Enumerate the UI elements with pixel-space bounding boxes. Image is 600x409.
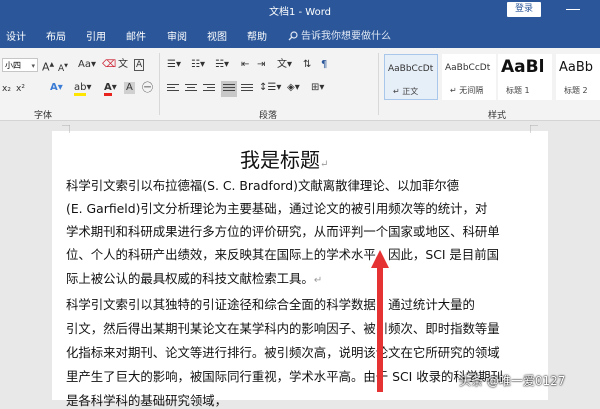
ribbon: 小四 ▾ A▲ A▼ Aa▾ ⌫ 文 A x₂ x² A▾ ab▾ A▾ A ㊀ … [0,48,600,121]
tab-review[interactable]: 审阅 [167,28,187,43]
align-left-icon[interactable] [167,84,179,94]
style-sample: AaBb [559,60,594,75]
char-shading-icon[interactable]: A [124,82,135,94]
heading-text: 我是标题 [240,148,320,172]
style-name: ↵ 无间隔 [450,86,484,95]
borders-icon[interactable]: ⊞▾ [311,82,324,94]
text-line[interactable]: 化指标来对期刊、论文等进行排行。被引频次高，说明该论文在它所研究的领域 [66,343,500,361]
bullets-icon[interactable]: ☰▾ [167,59,181,71]
text-line[interactable]: 位、个人的科研产出绩效，来反映其在国际上的学术水平。因此，SCI 是目前国 [66,245,499,263]
align-justify-icon[interactable] [221,81,237,97]
tell-me-box[interactable]: 告诉我你想要做什么 [288,27,391,42]
search-icon [288,31,298,41]
clear-format-icon[interactable]: ⌫ [102,59,116,71]
highlight-icon[interactable]: ab▾ [74,82,92,96]
phonetic-guide-icon[interactable]: 文 [118,59,128,71]
text-line[interactable]: 引文，然后得出某期刊某论文在某学科内的影响因子、被引频次、即时指数等量 [66,319,500,337]
style-name: 标题 1 [506,86,530,95]
font-group-label: 字体 [34,111,53,121]
group-divider [159,53,160,115]
document-page[interactable]: 我是标题↵ 科学引文索引以布拉德福(S. C. Bradford)文献离散律理论… [52,125,548,408]
char-border-icon[interactable]: A [134,59,145,71]
multilevel-list-icon[interactable]: ☵▾ [215,59,229,71]
sort-icon[interactable]: ⇅ [303,59,311,71]
style-no-spacing[interactable]: AaBbCcDt ↵ 无间隔 [442,54,496,100]
chinese-layout-icon[interactable]: 文▾ [277,59,292,71]
enclose-char-icon[interactable]: ㊀ [142,82,153,94]
align-right-icon[interactable] [203,84,215,94]
tab-design[interactable]: 设计 [6,28,26,43]
tab-layout[interactable]: 布局 [46,28,66,43]
style-sample: AaBbCcDt [388,64,434,74]
tab-help[interactable]: 帮助 [247,28,267,43]
style-sample: AaBbCcDt [445,63,491,73]
increase-indent-icon[interactable]: ⇥ [257,59,265,71]
change-case-icon[interactable]: Aa▾ [78,59,96,71]
margin-corner-mark [530,125,538,133]
paragraph-mark: ↵ [313,275,323,286]
decrease-indent-icon[interactable]: ⇤ [241,59,249,71]
numbering-icon[interactable]: ☷▾ [191,59,205,71]
styles-group-label: 样式 [488,111,507,121]
paragraph-mark: ↵ [320,159,329,170]
text-line[interactable]: (E. Garfield)引文分析理论为主要基础，通过论文的被引用频次等的统计，… [66,199,487,217]
line-spacing-icon[interactable]: ↕☰▾ [259,82,281,94]
style-heading-2[interactable]: AaBb 标题 2 [556,54,600,100]
text-line[interactable]: 学术期刊和科研成果进行多方位的评价研究，从而评判一个国家或地区、科研单 [66,222,500,240]
text-line[interactable]: 际上被公认的最具权威的科技文献检索工具。↵ [66,269,322,287]
show-marks-icon[interactable]: ¶ [321,59,327,71]
font-size-select[interactable]: 小四 ▾ [2,58,38,72]
tell-me-text: 告诉我你想要做什么 [301,31,391,42]
shrink-font-icon[interactable]: A▼ [58,60,68,75]
tab-mailings[interactable]: 邮件 [126,28,146,43]
font-color-icon[interactable]: A▾ [104,82,117,96]
distributed-icon[interactable] [241,84,253,94]
line-text: 际上被公认的最具权威的科技文献检索工具。 [66,271,314,286]
watermark: 头条 @唯一爱0127 [459,374,566,388]
text-line[interactable]: 是各科学科的基础研究领域， [66,391,227,409]
group-divider [378,53,379,115]
style-name: ↵ 正文 [393,87,419,96]
margin-corner-mark [62,125,70,133]
superscript-icon[interactable]: x² [16,83,25,95]
align-center-icon[interactable] [185,84,197,94]
title-bar: 文档1 - Word 登录 [0,0,600,20]
subscript-icon[interactable]: x₂ [2,83,11,95]
tab-references[interactable]: 引用 [86,28,106,43]
chevron-down-icon: ▾ [31,62,35,70]
document-heading[interactable]: 我是标题↵ [240,144,328,173]
text-effects-icon[interactable]: A▾ [50,82,63,94]
minimize-icon[interactable] [566,9,580,10]
text-line[interactable]: 里产生了巨大的影响，被国际同行重视，学术水平高。由于 SCI 收录的科学期刊 [66,367,503,385]
tab-view[interactable]: 视图 [207,28,227,43]
ruler [0,121,600,131]
style-sample: AaBl [501,57,545,77]
arrow-up-icon [371,250,389,392]
grow-font-icon[interactable]: A▲ [42,59,54,74]
text-line[interactable]: 科学引文索引以其独特的引证途径和综合全面的科学数据，通过统计大量的 [66,295,475,313]
style-heading-1[interactable]: AaBl 标题 1 [498,54,552,100]
text-line[interactable]: 科学引文索引以布拉德福(S. C. Bradford)文献离散律理论、以加菲尔德 [66,176,459,194]
login-button[interactable]: 登录 [507,2,541,17]
paragraph-group-label: 段落 [259,111,278,121]
font-size-value: 小四 [5,61,21,70]
style-name: 标题 2 [564,86,588,95]
style-normal[interactable]: AaBbCcDt ↵ 正文 [384,54,438,100]
ribbon-tabs: 设计 布局 引用 邮件 审阅 视图 帮助 告诉我你想要做什么 [0,20,600,48]
shading-icon[interactable]: ◈▾ [287,82,300,94]
